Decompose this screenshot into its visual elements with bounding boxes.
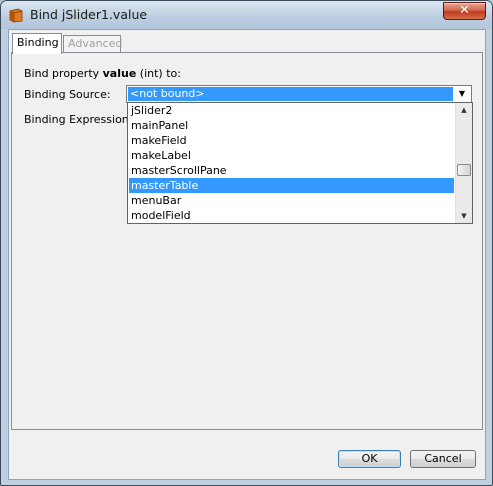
dropdown-scrollbar[interactable]: ▲ ▼	[455, 103, 472, 223]
binding-source-combo[interactable]: <not bound> ▼	[126, 85, 472, 103]
scroll-down-icon[interactable]: ▼	[456, 209, 472, 223]
tab-binding[interactable]: Binding	[12, 33, 62, 54]
close-icon: ✕	[459, 3, 470, 18]
window-title: Bind jSlider1.value	[30, 7, 148, 22]
dialog-content: Binding Advanced Bind property value (in…	[8, 29, 486, 480]
scroll-up-icon[interactable]: ▲	[456, 103, 472, 117]
binding-expression-label: Binding Expression:	[24, 113, 133, 126]
close-button[interactable]: ✕	[443, 2, 486, 20]
list-item-selected[interactable]: masterTable	[129, 178, 454, 193]
cancel-button[interactable]: Cancel	[410, 450, 476, 468]
bind-property-prefix: Bind property	[24, 67, 103, 80]
list-item[interactable]: makeField	[129, 133, 454, 148]
list-item[interactable]: modelField	[129, 208, 454, 223]
bind-property-description: Bind property value (int) to:	[24, 67, 181, 80]
list-item[interactable]: masterScrollPane	[129, 163, 454, 178]
binding-source-label: Binding Source:	[24, 88, 111, 101]
list-item[interactable]: menuBar	[129, 193, 454, 208]
title-bar[interactable]: Bind jSlider1.value ✕	[1, 1, 492, 29]
binding-source-dropdown-list[interactable]: jSlider2 mainPanel makeField makeLabel m…	[127, 102, 473, 224]
list-item[interactable]: mainPanel	[129, 118, 454, 133]
bind-property-name: value	[102, 67, 137, 80]
binding-source-value: <not bound>	[128, 87, 453, 101]
tab-advanced: Advanced	[63, 35, 122, 53]
bind-dialog: Bind jSlider1.value ✕ Binding Advanced B…	[0, 0, 493, 486]
scrollbar-thumb[interactable]	[457, 164, 471, 176]
bind-property-suffix: (int) to:	[136, 67, 181, 80]
list-item[interactable]: jSlider2	[129, 103, 454, 118]
ok-button[interactable]: OK	[338, 450, 401, 468]
app-icon	[8, 7, 24, 23]
list-item[interactable]: makeLabel	[129, 148, 454, 163]
chevron-down-icon[interactable]: ▼	[455, 87, 469, 101]
